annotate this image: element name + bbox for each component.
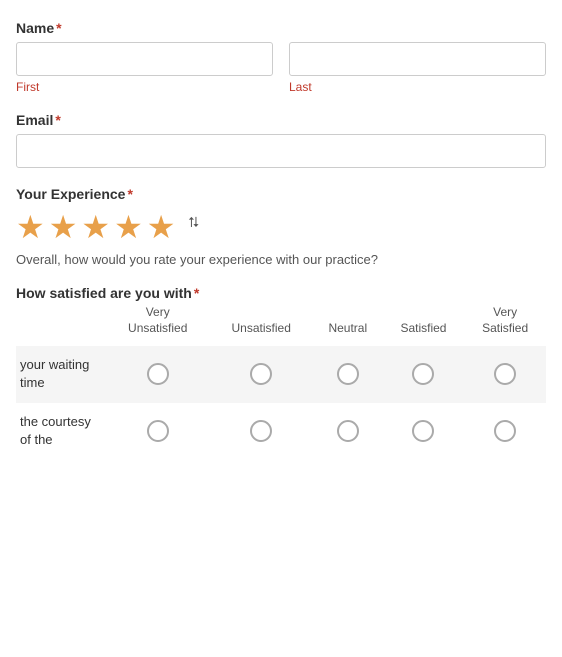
col-header-satisfied: Satisfied — [383, 301, 465, 346]
star-5[interactable]: ★ — [147, 208, 176, 246]
waiting-very-satisfied-radio[interactable] — [494, 363, 516, 385]
courtesy-very-unsatisfied-radio[interactable] — [147, 420, 169, 442]
experience-description: Overall, how would you rate your experie… — [16, 252, 546, 267]
name-required-star: * — [56, 20, 61, 36]
waiting-neutral-radio[interactable] — [337, 363, 359, 385]
satisfaction-row-waiting: your waiting time — [16, 346, 546, 402]
courtesy-very-unsatisfied-cell — [106, 403, 209, 459]
courtesy-very-satisfied-radio[interactable] — [494, 420, 516, 442]
star-4[interactable]: ★ — [114, 208, 143, 246]
courtesy-neutral-radio[interactable] — [337, 420, 359, 442]
courtesy-label: the courtesy of the — [16, 403, 106, 459]
courtesy-satisfied-radio[interactable] — [412, 420, 434, 442]
satisfaction-required-star: * — [194, 285, 199, 301]
waiting-neutral-cell — [313, 346, 383, 402]
satisfaction-header-row: VeryUnsatisfied Unsatisfied Neutral Sati… — [16, 301, 546, 346]
col-header-unsatisfied: Unsatisfied — [209, 301, 312, 346]
satisfaction-row-courtesy: the courtesy of the — [16, 403, 546, 459]
courtesy-unsatisfied-cell — [209, 403, 312, 459]
first-label: First — [16, 80, 273, 94]
name-label: Name* — [16, 20, 546, 36]
courtesy-satisfied-cell — [383, 403, 465, 459]
email-label-text: Email — [16, 112, 53, 128]
col-header-very-satisfied: VerySatisfied — [464, 301, 546, 346]
star-1[interactable]: ★ — [16, 208, 45, 246]
last-label: Last — [289, 80, 546, 94]
waiting-satisfied-cell — [383, 346, 465, 402]
waiting-very-unsatisfied-cell — [106, 346, 209, 402]
first-name-input[interactable] — [16, 42, 273, 76]
courtesy-unsatisfied-radio[interactable] — [250, 420, 272, 442]
satisfaction-table: VeryUnsatisfied Unsatisfied Neutral Sati… — [16, 301, 546, 459]
waiting-satisfied-radio[interactable] — [412, 363, 434, 385]
last-name-col: Last — [289, 42, 546, 94]
satisfaction-label: How satisfied are you with* — [16, 285, 199, 301]
first-name-col: First — [16, 42, 273, 94]
email-required-star: * — [55, 112, 60, 128]
email-label: Email* — [16, 112, 546, 128]
waiting-time-label: your waiting time — [16, 346, 106, 402]
waiting-very-unsatisfied-radio[interactable] — [147, 363, 169, 385]
cursor-placeholder: ⮁ — [179, 208, 209, 246]
courtesy-very-satisfied-cell — [464, 403, 546, 459]
waiting-unsatisfied-radio[interactable] — [250, 363, 272, 385]
experience-label: Your Experience* — [16, 186, 546, 202]
name-field-group: Name* First Last — [16, 20, 546, 94]
satisfaction-label-text: How satisfied are you with — [16, 285, 192, 301]
col-header-empty — [16, 301, 106, 346]
email-input[interactable] — [16, 134, 546, 168]
col-header-very-unsatisfied: VeryUnsatisfied — [106, 301, 209, 346]
courtesy-neutral-cell — [313, 403, 383, 459]
col-header-neutral: Neutral — [313, 301, 383, 346]
experience-label-text: Your Experience — [16, 186, 125, 202]
waiting-very-satisfied-cell — [464, 346, 546, 402]
star-3[interactable]: ★ — [81, 208, 110, 246]
name-label-text: Name — [16, 20, 54, 36]
star-2[interactable]: ★ — [49, 208, 78, 246]
experience-field-group: Your Experience* ★ ★ ★ ★ ★ ⮁ Overall, ho… — [16, 186, 546, 267]
name-row: First Last — [16, 42, 546, 94]
last-name-input[interactable] — [289, 42, 546, 76]
waiting-unsatisfied-cell — [209, 346, 312, 402]
experience-required-star: * — [127, 186, 132, 202]
satisfaction-field-group: How satisfied are you with* VeryUnsatisf… — [16, 285, 546, 459]
star-rating-row: ★ ★ ★ ★ ★ ⮁ — [16, 208, 546, 246]
email-field-group: Email* — [16, 112, 546, 168]
